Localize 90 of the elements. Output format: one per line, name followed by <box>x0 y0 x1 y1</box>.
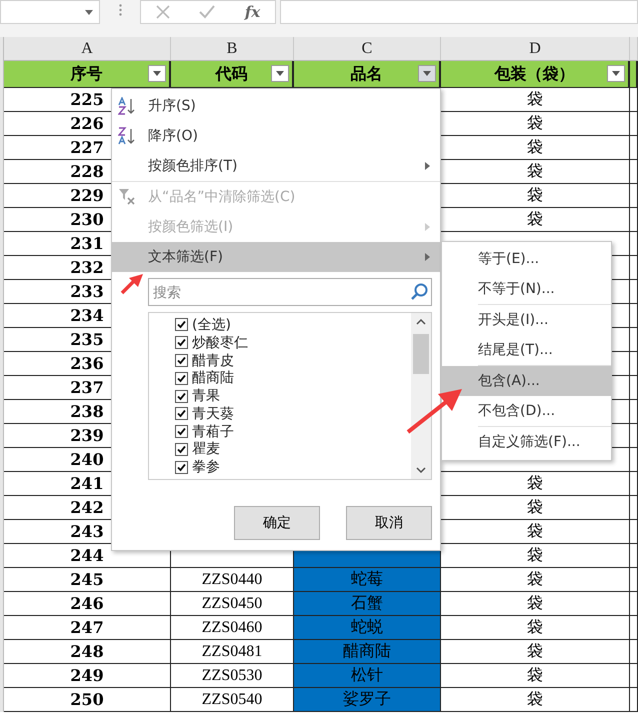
table-cell: 袋 <box>441 472 630 496</box>
column-header[interactable]: C <box>294 37 441 61</box>
caret-icon <box>276 71 284 76</box>
table-cell: 250 <box>4 688 171 712</box>
checkbox[interactable] <box>175 318 188 332</box>
table-cell: 袋 <box>441 88 630 112</box>
checkbox[interactable] <box>175 460 188 474</box>
ok-button[interactable]: 确定 <box>234 506 320 540</box>
filter-button[interactable] <box>607 65 625 82</box>
header-label: 代码 <box>216 64 248 84</box>
table-cell: 石蟹 <box>294 592 441 616</box>
column-header[interactable]: B <box>171 37 294 61</box>
annotation-arrow <box>406 386 464 434</box>
table-cell: 蛇莓 <box>294 568 441 592</box>
menu-item[interactable]: 文本筛选(F) <box>112 242 440 272</box>
table-cell: 袋 <box>441 544 630 568</box>
search-field[interactable]: 搜索 <box>148 278 432 306</box>
table-cell: 松针 <box>294 664 441 688</box>
table-cell: 袋 <box>441 184 630 208</box>
table-cell: 袋 <box>441 664 630 688</box>
table-cell: 醋商陆 <box>294 640 441 664</box>
value-label: 炒酸枣仁 <box>192 334 248 352</box>
caret-icon <box>612 71 620 76</box>
scroll-up-icon[interactable] <box>416 319 426 325</box>
checkbox[interactable] <box>175 354 188 367</box>
scrollbar[interactable] <box>411 313 431 479</box>
cancel-button[interactable]: 取消 <box>346 506 432 540</box>
value-label: 醋青皮 <box>192 352 234 370</box>
table-cell: 袋 <box>441 160 630 184</box>
insert-function-button[interactable]: fx <box>244 3 260 21</box>
table-cell: 袋 <box>441 136 630 160</box>
caret-icon <box>423 71 431 76</box>
table-cell: ZZS0530 <box>171 664 294 688</box>
formula-field[interactable] <box>280 0 638 24</box>
dropdown-caret-icon <box>85 10 93 14</box>
table-cell: 袋 <box>441 592 630 616</box>
table-cell: ZZS0481 <box>171 640 294 664</box>
table-cell: 袋 <box>441 640 630 664</box>
search-icon <box>411 283 429 301</box>
table-cell: ZZS0460 <box>171 616 294 640</box>
value-label: 拳参 <box>192 458 220 476</box>
value-label: 青天葵 <box>192 404 234 423</box>
menu-item[interactable]: 开头是(I)... <box>442 305 611 335</box>
table-cell: 247 <box>4 616 171 640</box>
table-cell: 246 <box>4 592 171 616</box>
menu-item[interactable]: 等于(E)... <box>442 244 611 274</box>
table-cell: 袋 <box>441 496 630 520</box>
table-cell: ZZS0440 <box>171 568 294 592</box>
column-header[interactable]: D <box>441 37 630 61</box>
table-cell: 袋 <box>441 568 630 592</box>
checkbox[interactable] <box>175 372 188 385</box>
column-header[interactable]: A <box>4 37 171 61</box>
checkbox[interactable] <box>175 442 188 456</box>
value-label: 醋商陆 <box>192 369 234 388</box>
table-cell: ZZS0450 <box>171 592 294 616</box>
checkbox[interactable] <box>175 407 188 420</box>
value-label: 青果 <box>192 387 220 406</box>
scroll-thumb[interactable] <box>413 334 429 374</box>
table-cell: 245 <box>4 568 171 592</box>
grip-icon <box>118 4 122 16</box>
value-label: 青葙子 <box>192 422 234 441</box>
value-label: 瞿麦 <box>192 440 220 458</box>
header-label: 包装（袋） <box>494 64 574 84</box>
filter-button[interactable] <box>418 65 436 82</box>
menu-item[interactable]: 自定义筛选(F)... <box>442 427 611 457</box>
table-cell: 袋 <box>441 616 630 640</box>
annotation-arrow <box>120 273 144 295</box>
table-cell: 袋 <box>441 688 630 712</box>
table-cell: 袋 <box>441 208 630 232</box>
menu-item[interactable]: 包含(A)... <box>442 366 611 396</box>
table-cell: ZZS0540 <box>171 688 294 712</box>
menu-item[interactable]: 不等于(N)... <box>442 274 611 304</box>
value-label: (全选) <box>192 316 231 334</box>
header-label: 品名 <box>350 64 382 84</box>
caret-icon <box>153 71 161 76</box>
menu-item[interactable]: 结尾是(T)... <box>442 335 611 365</box>
header-label: 序号 <box>70 64 102 84</box>
checkbox[interactable] <box>175 425 188 438</box>
table-cell: 249 <box>4 664 171 688</box>
checkbox[interactable] <box>175 390 188 403</box>
table-cell: 袋 <box>441 520 630 544</box>
scroll-down-icon[interactable] <box>416 467 426 473</box>
menu-item[interactable]: 不包含(D)... <box>442 396 611 426</box>
table-cell: 248 <box>4 640 171 664</box>
filter-button[interactable] <box>271 65 289 82</box>
checkbox[interactable] <box>175 336 188 350</box>
table-cell: 娑罗子 <box>294 688 441 712</box>
table-cell: 袋 <box>441 112 630 136</box>
filter-button[interactable] <box>148 65 166 82</box>
table-cell: 蛇蜕 <box>294 616 441 640</box>
